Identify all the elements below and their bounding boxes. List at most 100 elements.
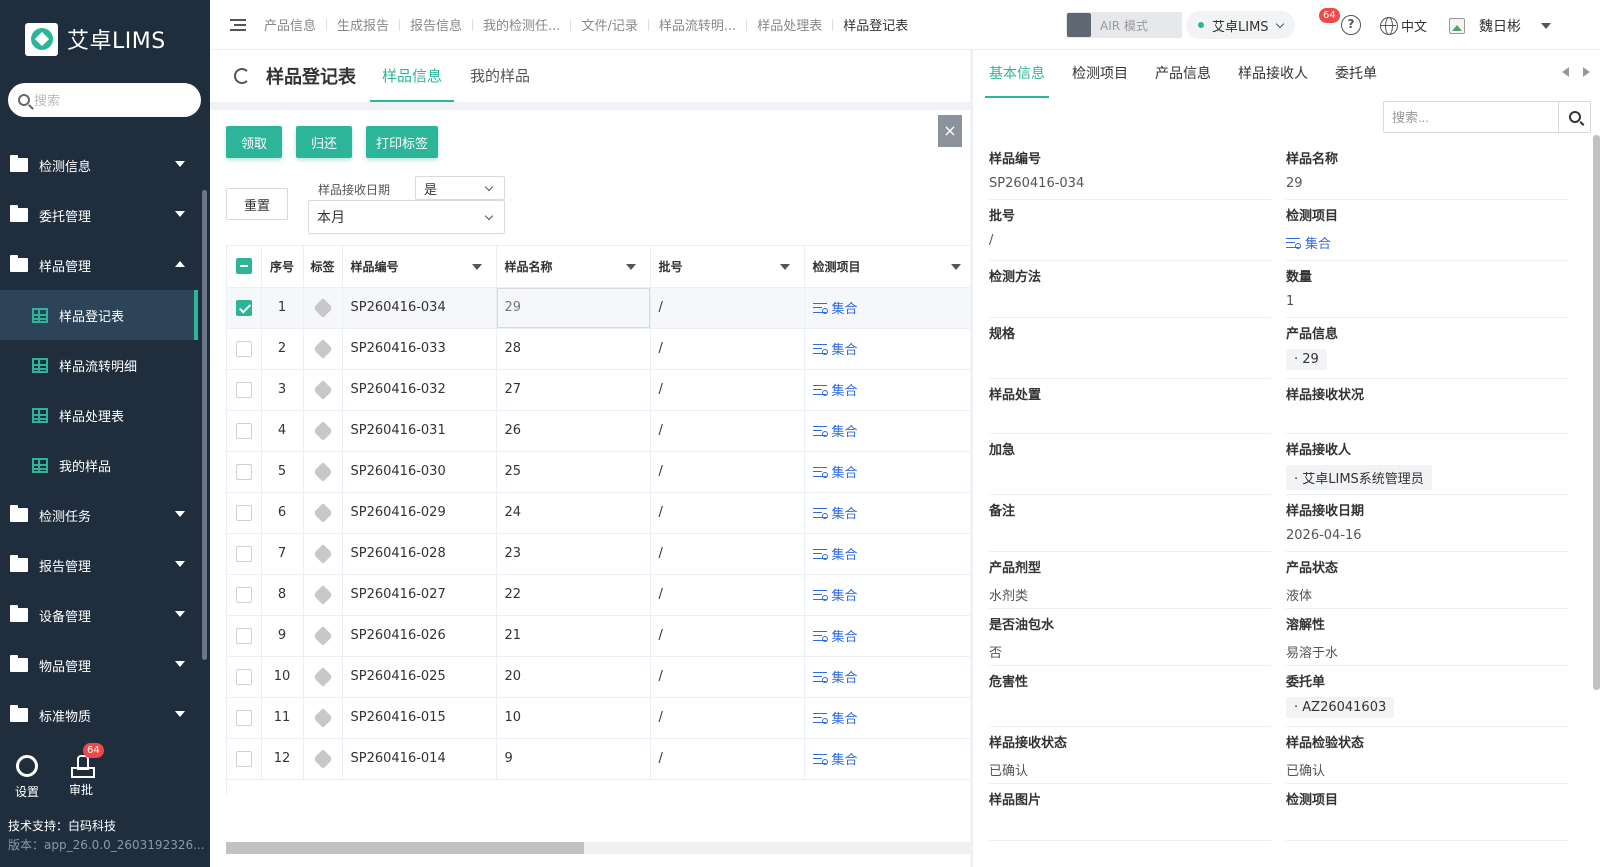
settings-button[interactable]: 设置 <box>2 755 52 800</box>
row-select-cell[interactable] <box>227 574 262 616</box>
order-chip[interactable]: · AZ26041603 <box>1286 697 1395 718</box>
sidebar-scrollbar[interactable] <box>202 190 207 660</box>
table-horizontal-scrollbar[interactable] <box>226 842 970 854</box>
cell-name[interactable]: 28 <box>496 328 651 370</box>
help-button[interactable]: ? <box>1341 15 1361 35</box>
row-select-cell[interactable] <box>227 287 262 329</box>
menu-item-equipment[interactable]: 设备管理 <box>0 590 198 640</box>
cell-tag[interactable] <box>303 287 343 329</box>
cell-name[interactable]: 27 <box>496 369 651 411</box>
cell-item[interactable]: 集合 <box>804 738 970 780</box>
row-checkbox[interactable] <box>235 504 252 521</box>
table-row[interactable]: 6 SP260416-029 24/ 集合 <box>227 492 970 534</box>
arrow-right-icon[interactable] <box>1583 67 1590 77</box>
menu-item-commission[interactable]: 委托管理 <box>0 190 198 240</box>
tab-test-items[interactable]: 检测项目 <box>1068 50 1132 98</box>
row-select-cell[interactable] <box>227 615 262 657</box>
cell-name[interactable]: 9 <box>496 738 651 780</box>
refresh-icon[interactable] <box>234 68 250 84</box>
tab-commission-order[interactable]: 委托单 <box>1331 50 1381 98</box>
cell-tag[interactable] <box>303 697 343 739</box>
sub-item-sample-flow[interactable]: 样品流转明细 <box>0 340 198 390</box>
history-tab[interactable]: 报告信息 <box>410 15 462 34</box>
cell-tag[interactable] <box>303 410 343 452</box>
user-menu[interactable]: 魏日彬 <box>1449 16 1551 36</box>
tab-my-samples[interactable]: 我的样品 <box>458 50 542 102</box>
product-chip[interactable]: · 29 <box>1286 349 1327 370</box>
cell-name[interactable]: 22 <box>496 574 651 616</box>
menu-item-detection-info[interactable]: 检测信息 <box>0 140 198 190</box>
scrollbar-thumb[interactable] <box>226 842 584 854</box>
close-drawer-button[interactable]: × <box>938 115 962 147</box>
history-tab[interactable]: 样品流转明... <box>659 15 736 34</box>
menu-item-report[interactable]: 报告管理 <box>0 540 198 590</box>
approve-button[interactable]: 64 审批 <box>56 743 106 798</box>
select-all-cell[interactable] <box>227 246 262 288</box>
sidebar-search[interactable] <box>8 83 201 117</box>
language-selector[interactable]: 中文 <box>1380 16 1427 35</box>
history-tab[interactable]: 产品信息 <box>264 15 316 34</box>
claim-button[interactable]: 领取 <box>226 126 282 158</box>
history-tab-current[interactable]: 样品登记表 <box>843 15 908 34</box>
table-row[interactable]: 12 SP260416-014 9/ 集合 <box>227 738 970 780</box>
print-label-button[interactable]: 打印标签 <box>366 126 438 158</box>
row-checkbox[interactable] <box>235 627 252 644</box>
row-checkbox[interactable] <box>235 381 252 398</box>
cell-tag[interactable] <box>303 738 343 780</box>
row-select-cell[interactable] <box>227 738 262 780</box>
drawer-search-button[interactable] <box>1558 102 1590 132</box>
cell-item[interactable]: 集合 <box>804 410 970 452</box>
caret-down-icon[interactable] <box>471 264 482 270</box>
cell-tag[interactable] <box>303 451 343 493</box>
tab-receiver[interactable]: 样品接收人 <box>1234 50 1312 98</box>
cell-tag[interactable] <box>303 615 343 657</box>
menu-toggle-icon[interactable] <box>230 18 246 31</box>
cell-tag[interactable] <box>303 533 343 575</box>
history-tab[interactable]: 我的检测任... <box>483 15 560 34</box>
row-select-cell[interactable] <box>227 328 262 370</box>
column-header-code[interactable]: 样品编号 <box>342 246 497 288</box>
test-item-link[interactable]: 集合 <box>1286 233 1568 252</box>
column-header-item[interactable]: 检测项目 <box>804 246 970 288</box>
cell-item[interactable]: 集合 <box>804 574 970 616</box>
row-select-cell[interactable] <box>227 697 262 739</box>
row-checkbox[interactable] <box>235 586 252 603</box>
cell-name[interactable]: 20 <box>496 656 651 698</box>
cell-tag[interactable] <box>303 574 343 616</box>
cell-item[interactable]: 集合 <box>804 492 970 534</box>
cell-item[interactable]: 集合 <box>804 697 970 739</box>
drawer-search-input[interactable] <box>1384 109 1554 125</box>
caret-down-icon[interactable] <box>779 264 790 270</box>
row-select-cell[interactable] <box>227 410 262 452</box>
return-button[interactable]: 归还 <box>296 126 352 158</box>
cell-tag[interactable] <box>303 492 343 534</box>
cell-name[interactable]: 21 <box>496 615 651 657</box>
history-tab[interactable]: 生成报告 <box>337 15 389 34</box>
cell-name[interactable]: 26 <box>496 410 651 452</box>
table-row[interactable]: 11 SP260416-015 10/ 集合 <box>227 697 970 739</box>
notification-button[interactable]: 64 <box>1309 8 1340 36</box>
system-selector[interactable]: 艾卓LIMS <box>1186 11 1295 39</box>
row-checkbox[interactable] <box>235 463 252 480</box>
column-header-name[interactable]: 样品名称 <box>496 246 651 288</box>
drawer-scrollbar[interactable] <box>1593 135 1600 690</box>
table-row[interactable]: 2 SP260416-033 28/ 集合 <box>227 328 970 370</box>
table-row[interactable]: 3 SP260416-032 27/ 集合 <box>227 369 970 411</box>
cell-tag[interactable] <box>303 369 343 411</box>
table-row[interactable]: 8 SP260416-027 22/ 集合 <box>227 574 970 616</box>
row-select-cell[interactable] <box>227 492 262 534</box>
history-tab[interactable]: 文件/记录 <box>581 15 637 34</box>
cell-item[interactable]: 集合 <box>804 656 970 698</box>
row-select-cell[interactable] <box>227 451 262 493</box>
menu-item-standard-material[interactable]: 标准物质 <box>0 690 198 740</box>
row-select-cell[interactable] <box>227 656 262 698</box>
menu-item-sample-management[interactable]: 样品管理 <box>0 240 198 290</box>
table-row[interactable]: 7 SP260416-028 23/ 集合 <box>227 533 970 575</box>
menu-item-goods[interactable]: 物品管理 <box>0 640 198 690</box>
table-row[interactable]: 4 SP260416-031 26/ 集合 <box>227 410 970 452</box>
table-row[interactable]: 10 SP260416-025 20/ 集合 <box>227 656 970 698</box>
row-checkbox[interactable] <box>235 668 252 685</box>
sub-item-my-samples[interactable]: 我的样品 <box>0 440 198 490</box>
sub-item-sample-register[interactable]: 样品登记表 <box>0 290 198 340</box>
date-range-select[interactable]: 本月 <box>308 200 505 234</box>
